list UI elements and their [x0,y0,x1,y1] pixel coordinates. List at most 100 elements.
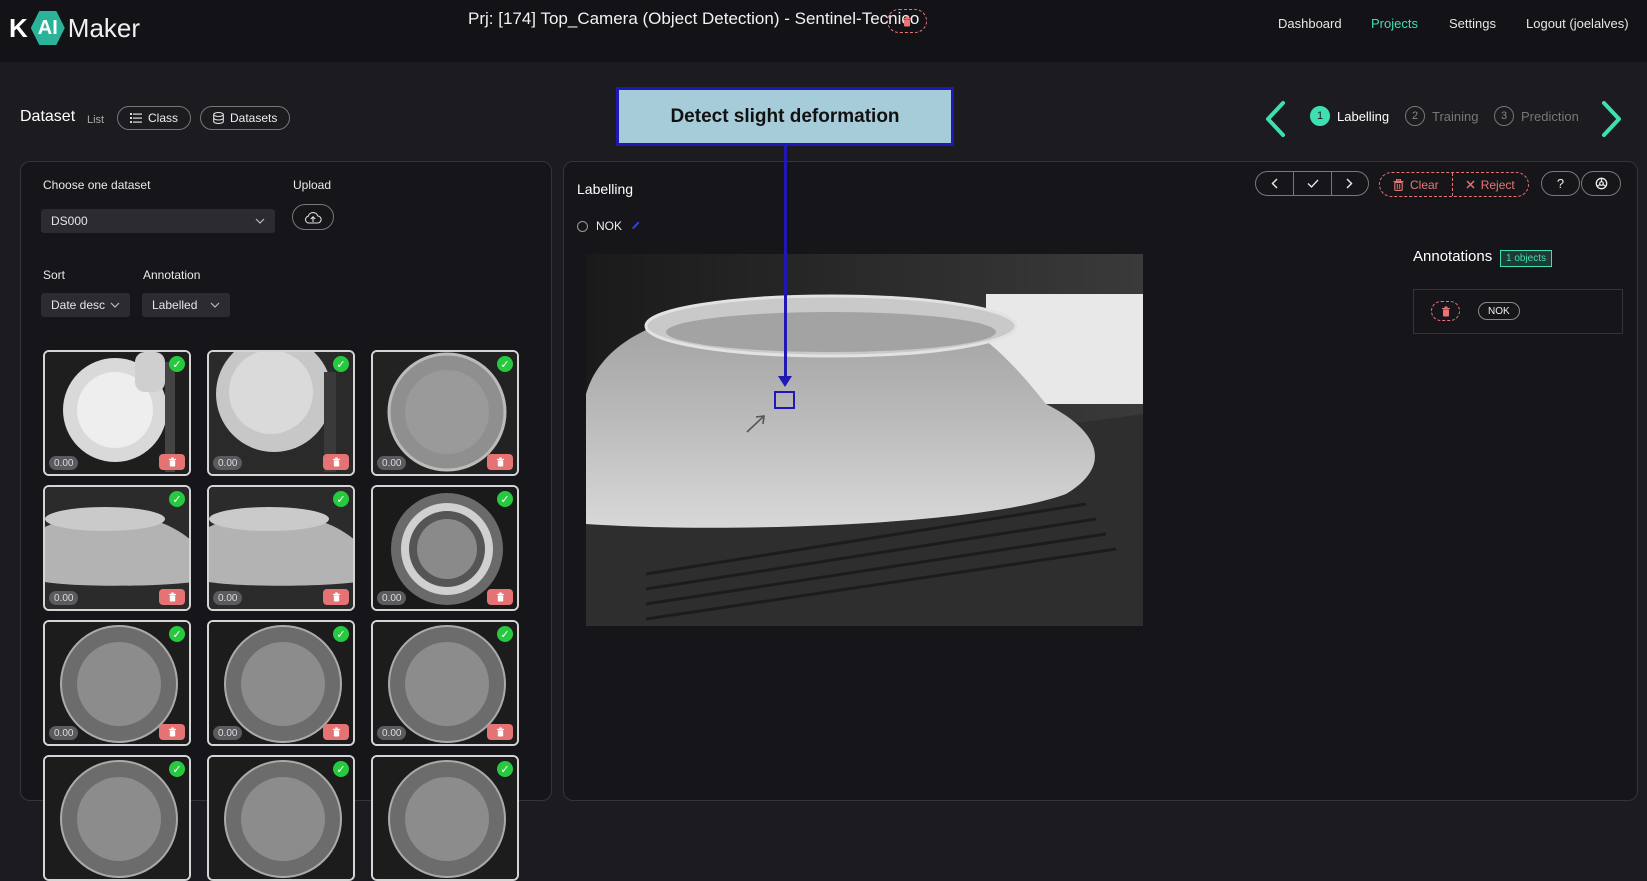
settings-button[interactable] [1581,171,1621,196]
reject-button-label: Reject [1480,177,1515,192]
delete-thumbnail-button[interactable] [159,589,185,605]
delete-thumbnail-button[interactable] [159,454,185,470]
thumbnail-item[interactable]: ✓ 0.00 [43,620,191,746]
thumbnail-score: 0.00 [213,591,243,605]
chevron-down-icon [255,218,265,224]
class-radio-nok[interactable] [577,221,588,232]
annotation-filter-value: Labelled [152,298,198,312]
delete-thumbnail-button[interactable] [487,724,513,740]
nav-dashboard[interactable]: Dashboard [1278,16,1342,31]
nav-logout[interactable]: Logout (joelalves) [1526,16,1629,31]
thumbnail-score: 0.00 [213,456,243,470]
step-label: Training [1432,108,1479,124]
nav-projects[interactable]: Projects [1371,16,1418,31]
labelling-title: Labelling [577,181,634,197]
clear-button[interactable]: Clear [1380,173,1453,196]
top-navigation-bar: K AI Maker Prj: [174] Top_Camera (Object… [0,0,1647,62]
trash-icon [168,727,176,737]
confirm-image-button[interactable] [1294,172,1332,195]
delete-thumbnail-button[interactable] [487,454,513,470]
thumbnail-item[interactable]: ✓ 0.00 [43,350,191,476]
thumbnail-item[interactable]: ✓ [43,755,191,881]
sort-select[interactable]: Date desc [41,293,130,317]
annotation-filter-select[interactable]: Labelled [142,293,230,317]
thumbnail-score: 0.00 [377,456,407,470]
thumbnail-item[interactable]: ✓ 0.00 [371,350,519,476]
thumbnail-item[interactable]: ✓ [207,755,355,881]
thumbnail-score: 0.00 [49,456,79,470]
chevron-down-icon [110,302,120,308]
nav-settings[interactable]: Settings [1449,16,1496,31]
bowl-image [586,254,1143,626]
annotation-item: NOK [1413,289,1623,334]
defect-bounding-box[interactable] [774,391,795,409]
upload-label: Upload [293,178,332,192]
logo-maker: Maker [67,12,141,43]
help-button[interactable]: ? [1541,171,1580,196]
labelled-check-icon: ✓ [169,491,185,507]
delete-project-button[interactable] [887,9,927,33]
delete-thumbnail-button[interactable] [159,724,185,740]
pencil-icon[interactable] [630,219,641,230]
trash-icon [168,457,176,467]
step-number: 2 [1405,106,1425,126]
trash-icon [332,592,340,602]
delete-thumbnail-button[interactable] [323,454,349,470]
step-prediction[interactable]: 3 Prediction [1494,106,1579,126]
kai-maker-logo[interactable]: K AI Maker [9,11,140,45]
annotation-class-tag[interactable]: NOK [1478,302,1520,320]
datasets-button[interactable]: Datasets [200,106,291,130]
step-label: Prediction [1521,108,1579,124]
thumbnail-image [45,757,189,879]
next-step-chevron-icon[interactable] [1600,100,1624,138]
delete-thumbnail-button[interactable] [323,589,349,605]
trash-icon [903,16,911,26]
dataset-select[interactable]: DS000 [41,209,275,233]
previous-image-button[interactable] [1256,172,1295,195]
callout-text: Detect slight deformation [670,105,900,127]
dataset-select-value: DS000 [51,214,88,228]
thumbnail-score: 0.00 [377,726,407,740]
labelled-check-icon: ✓ [169,356,185,372]
reject-button[interactable]: Reject [1453,173,1528,196]
chevron-down-icon [210,302,220,308]
list-icon [130,113,142,123]
sort-label: Sort [43,268,66,282]
labelled-check-icon: ✓ [333,356,349,372]
labelling-image[interactable] [586,254,1143,626]
dataset-heading: Dataset [20,108,76,125]
class-button[interactable]: Class [117,106,192,130]
step-training[interactable]: 2 Training [1405,106,1478,126]
thumbnail-item[interactable]: ✓ 0.00 [43,485,191,611]
image-navigation-group [1255,171,1369,196]
labelled-check-icon: ✓ [333,761,349,777]
upload-button[interactable] [292,204,334,230]
step-labelling[interactable]: 1 Labelling [1310,106,1389,126]
annotations-count-badge: 1 objects [1500,250,1553,267]
labelled-check-icon: ✓ [169,626,185,642]
gear-icon [1595,177,1607,190]
close-icon [1466,180,1475,189]
thumbnail-item[interactable]: ✓ [371,755,519,881]
next-image-button[interactable] [1332,172,1368,195]
thumbnail-item[interactable]: ✓ 0.00 [371,620,519,746]
step-number: 1 [1310,106,1330,126]
thumbnail-item[interactable]: ✓ 0.00 [371,485,519,611]
trash-icon [332,727,340,737]
delete-annotation-button[interactable] [1431,301,1460,321]
trash-icon [496,592,504,602]
delete-thumbnail-button[interactable] [323,724,349,740]
class-label-nok: NOK [596,219,623,233]
thumbnail-score: 0.00 [377,591,407,605]
delete-thumbnail-button[interactable] [487,589,513,605]
thumbnail-item[interactable]: ✓ 0.00 [207,350,355,476]
thumbnail-item[interactable]: ✓ 0.00 [207,485,355,611]
trash-icon [168,592,176,602]
callout-connector [784,146,787,379]
labelled-check-icon: ✓ [497,626,513,642]
thumbnail-item[interactable]: ✓ 0.00 [207,620,355,746]
cloud-upload-icon [305,211,322,224]
database-icon [213,112,224,124]
previous-step-chevron-icon[interactable] [1263,100,1287,138]
checkmark-icon [1307,179,1318,188]
